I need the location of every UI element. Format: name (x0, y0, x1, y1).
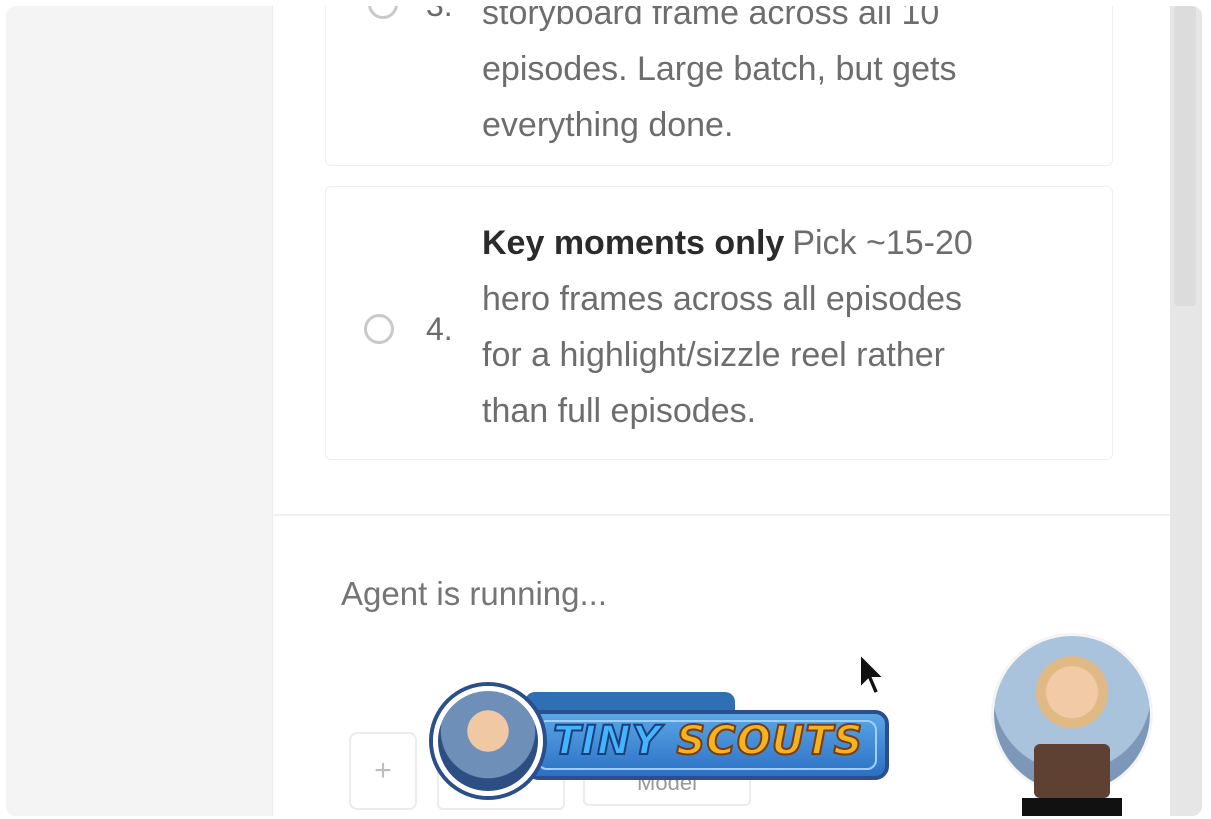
option-number: 4. (426, 311, 453, 347)
option-card-3[interactable]: 3. storyboard frame across all 10 episod… (325, 6, 1113, 166)
scrollbar[interactable] (1170, 6, 1202, 816)
option-number: 3. (426, 6, 453, 24)
option-line-1: Key moments only Pick ~15-20 (482, 215, 1082, 271)
option-line: Pick ~15-20 (792, 224, 973, 262)
logo-text-scouts: SCOUTS (676, 717, 864, 765)
option-line: storyboard frame across all 10 (482, 6, 940, 32)
option-line: everything done. (482, 106, 734, 144)
scrollbar-thumb[interactable] (1174, 6, 1196, 306)
option-line: than full episodes. (482, 392, 757, 430)
option-line: hero frames across all episodes (482, 280, 963, 318)
option-line: for a highlight/sizzle reel rather (482, 336, 946, 374)
add-button[interactable]: + (349, 732, 417, 810)
logo-text: TINY SCOUTS (552, 717, 864, 765)
avatar-base (1022, 798, 1122, 816)
option-card-4[interactable]: 4. Key moments only Pick ~15-20 hero fram… (325, 186, 1113, 460)
avatar-chest (1034, 744, 1110, 798)
tiny-scouts-logo: TINY SCOUTS (433, 686, 903, 798)
logo-avatar (433, 686, 543, 796)
composer-divider (273, 514, 1177, 516)
message-input[interactable] (339, 574, 1043, 614)
logo-text-tiny: TINY (552, 717, 662, 765)
radio-unselected-icon[interactable] (368, 6, 398, 19)
radio-unselected-icon[interactable] (364, 314, 394, 344)
plus-icon: + (374, 754, 392, 787)
option-title: Key moments only (482, 224, 785, 262)
left-sidebar (6, 6, 272, 816)
option-description: storyboard frame across all 10 episodes.… (482, 6, 1082, 153)
app-window: 3. storyboard frame across all 10 episod… (6, 6, 1202, 816)
assistant-avatar (994, 636, 1150, 816)
option-description: Key moments only Pick ~15-20 hero frames … (482, 215, 1082, 439)
option-line: episodes. Large batch, but gets (482, 50, 957, 88)
